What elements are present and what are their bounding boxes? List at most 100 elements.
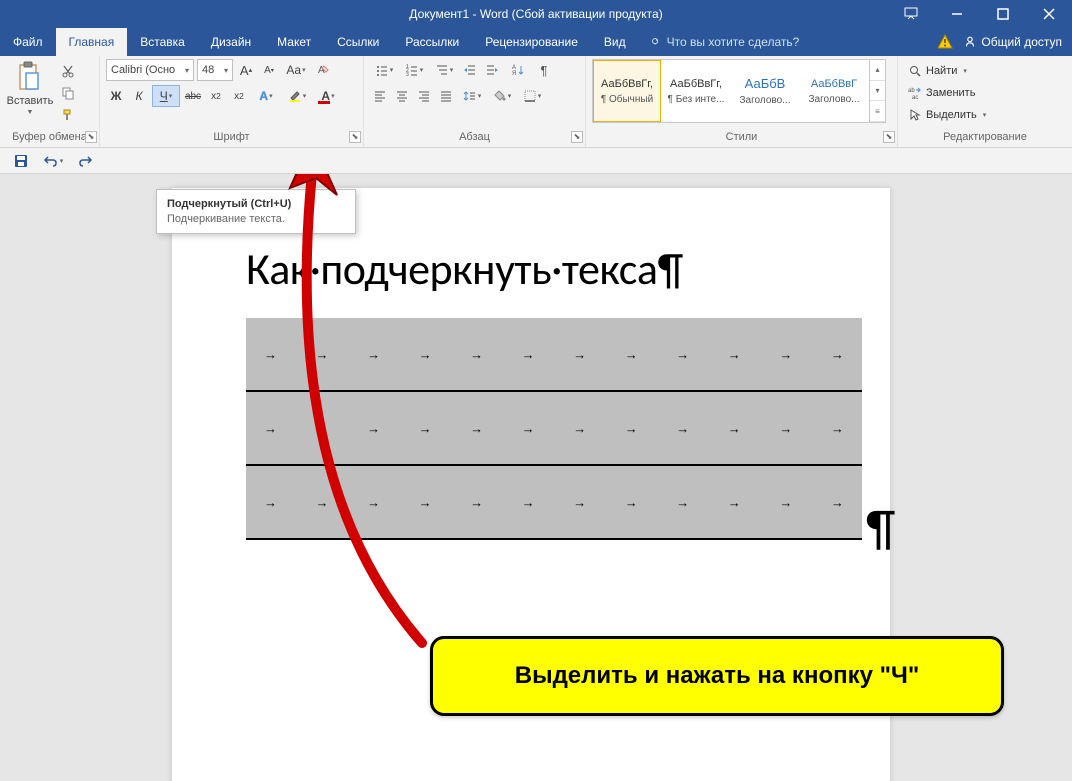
annotation-callout: Выделить и нажать на кнопку "Ч" bbox=[430, 636, 1004, 716]
tab-insert[interactable]: Вставка bbox=[127, 28, 198, 56]
tooltip-title: Подчеркнутый (Ctrl+U) bbox=[167, 198, 345, 210]
shading-button[interactable]: ▾ bbox=[488, 85, 516, 107]
document-page[interactable]: Как·подчеркнуть·текса¶ →→→→→→→→→→→→ →→→→… bbox=[172, 188, 890, 781]
svg-text:ab: ab bbox=[908, 88, 915, 94]
undo-button[interactable]: ▾ bbox=[42, 150, 64, 172]
window-title: Документ1 - Word (Сбой активации продукт… bbox=[409, 7, 662, 21]
svg-text:ac: ac bbox=[912, 95, 918, 100]
sort-button[interactable]: AЯ bbox=[504, 59, 532, 81]
line-spacing-button[interactable]: ▾ bbox=[458, 85, 486, 107]
underline-glyph: Ч bbox=[160, 89, 168, 103]
font-launcher[interactable]: ⬊ bbox=[349, 131, 361, 143]
select-button[interactable]: Выделить▾ bbox=[904, 105, 990, 125]
tab-view[interactable]: Вид bbox=[591, 28, 639, 56]
font-size-value: 48 bbox=[202, 64, 214, 76]
svg-text:3: 3 bbox=[406, 72, 409, 77]
group-font: Calibri (Осно▾ 48▾ A▴ A▾ Aa▾ A Ж К Ч▾ ab… bbox=[100, 56, 364, 147]
group-styles-label: Стили bbox=[592, 129, 891, 147]
font-size-combo[interactable]: 48▾ bbox=[197, 59, 233, 81]
style-normal[interactable]: АаБбВвГг,¶ Обычный bbox=[593, 60, 661, 122]
find-button[interactable]: Найти▾ bbox=[904, 61, 990, 81]
show-marks-button[interactable]: ¶ bbox=[534, 59, 554, 81]
document-area: Как·подчеркнуть·текса¶ →→→→→→→→→→→→ →→→→… bbox=[0, 174, 1072, 781]
ribbon: Вставить ▼ Буфер обмена ⬊ Calibri (Осно▾… bbox=[0, 56, 1072, 148]
change-case-button[interactable]: Aa▾ bbox=[282, 59, 310, 81]
align-left-button[interactable] bbox=[370, 85, 390, 107]
increase-indent-button[interactable] bbox=[482, 59, 502, 81]
tab-references[interactable]: Ссылки bbox=[324, 28, 392, 56]
numbering-button[interactable]: 123▾ bbox=[400, 59, 428, 81]
group-paragraph-label: Абзац bbox=[370, 129, 579, 147]
font-color-button[interactable]: A▾ bbox=[314, 85, 342, 107]
bullets-button[interactable]: ▾ bbox=[370, 59, 398, 81]
document-heading: Как·подчеркнуть·текса¶ bbox=[246, 242, 683, 296]
style-heading2[interactable]: АаБбВвГЗаголово... bbox=[800, 60, 868, 122]
close-button[interactable] bbox=[1026, 0, 1072, 28]
paste-label: Вставить bbox=[7, 95, 54, 107]
clipboard-launcher[interactable]: ⬊ bbox=[85, 131, 97, 143]
maximize-button[interactable] bbox=[980, 0, 1026, 28]
tab-mailings[interactable]: Рассылки bbox=[392, 28, 472, 56]
quick-access-toolbar: ▾ bbox=[0, 148, 1072, 174]
shrink-font-button[interactable]: A▾ bbox=[259, 59, 279, 81]
subscript-button[interactable]: x2 bbox=[206, 85, 226, 107]
group-editing-label: Редактирование bbox=[904, 129, 1066, 147]
superscript-button[interactable]: x2 bbox=[229, 85, 249, 107]
grow-font-button[interactable]: A▴ bbox=[236, 59, 256, 81]
italic-button[interactable]: К bbox=[129, 85, 149, 107]
pilcrow-icon: ¶ bbox=[866, 498, 895, 559]
underline-button[interactable]: Ч▾ bbox=[152, 85, 180, 107]
tab-layout[interactable]: Макет bbox=[264, 28, 324, 56]
redo-button[interactable] bbox=[74, 150, 96, 172]
group-editing: Найти▾ abacЗаменить Выделить▾ Редактиров… bbox=[898, 56, 1072, 147]
underline-tooltip: Подчеркнутый (Ctrl+U) Подчеркивание текс… bbox=[156, 189, 356, 234]
style-no-spacing[interactable]: АаБбВвГг,¶ Без инте... bbox=[662, 60, 730, 122]
replace-button[interactable]: abacЗаменить bbox=[904, 83, 990, 103]
ribbon-options-button[interactable] bbox=[888, 0, 934, 28]
tell-me-placeholder: Что вы хотите сделать? bbox=[667, 35, 800, 49]
ribbon-tabs: Файл Главная Вставка Дизайн Макет Ссылки… bbox=[0, 28, 1072, 56]
table-row: →→→→→→→→→→→→ bbox=[246, 392, 862, 466]
align-center-button[interactable] bbox=[392, 85, 412, 107]
align-right-button[interactable] bbox=[414, 85, 434, 107]
title-bar: Документ1 - Word (Сбой активации продукт… bbox=[0, 0, 1072, 28]
style-heading1[interactable]: АаБбВЗаголово... bbox=[731, 60, 799, 122]
group-font-label: Шрифт bbox=[106, 129, 357, 147]
format-painter-button[interactable] bbox=[58, 105, 78, 125]
group-styles: АаБбВвГг,¶ Обычный АаБбВвГг,¶ Без инте..… bbox=[586, 56, 898, 147]
tab-review[interactable]: Рецензирование bbox=[472, 28, 591, 56]
group-clipboard: Вставить ▼ Буфер обмена ⬊ bbox=[0, 56, 100, 147]
styles-gallery[interactable]: АаБбВвГг,¶ Обычный АаБбВвГг,¶ Без инте..… bbox=[592, 59, 886, 123]
highlight-button[interactable]: ▾ bbox=[283, 85, 311, 107]
minimize-button[interactable] bbox=[934, 0, 980, 28]
group-paragraph: ▾ 123▾ ▾ AЯ ¶ ▾ ▾ ▾ Абзац ⬊ bbox=[364, 56, 586, 147]
tab-file[interactable]: Файл bbox=[0, 28, 56, 56]
tab-home[interactable]: Главная bbox=[56, 28, 128, 56]
styles-more-button[interactable]: ▴▾≡ bbox=[869, 60, 885, 122]
tab-design[interactable]: Дизайн bbox=[198, 28, 264, 56]
table-row: →→→→→→→→→→→→ bbox=[246, 466, 862, 540]
multilevel-list-button[interactable]: ▾ bbox=[430, 59, 458, 81]
table-row: →→→→→→→→→→→→ bbox=[246, 318, 862, 392]
tooltip-body: Подчеркивание текста. bbox=[167, 213, 345, 225]
warning-icon bbox=[937, 34, 953, 50]
copy-button[interactable] bbox=[58, 83, 78, 103]
font-name-combo[interactable]: Calibri (Осно▾ bbox=[106, 59, 194, 81]
font-name-value: Calibri (Осно bbox=[111, 64, 175, 76]
paragraph-launcher[interactable]: ⬊ bbox=[571, 131, 583, 143]
share-button[interactable]: Общий доступ bbox=[963, 35, 1062, 49]
text-effects-button[interactable]: A▾ bbox=[252, 85, 280, 107]
clear-formatting-button[interactable]: A bbox=[313, 59, 333, 81]
justify-button[interactable] bbox=[436, 85, 456, 107]
document-table: →→→→→→→→→→→→ →→→→→→→→→→→→ →→→→→→→→→→→→ bbox=[246, 318, 862, 540]
save-button[interactable] bbox=[10, 150, 32, 172]
paste-button[interactable]: Вставить ▼ bbox=[6, 59, 54, 116]
borders-button[interactable]: ▾ bbox=[518, 85, 546, 107]
styles-launcher[interactable]: ⬊ bbox=[883, 131, 895, 143]
decrease-indent-button[interactable] bbox=[460, 59, 480, 81]
bold-button[interactable]: Ж bbox=[106, 85, 126, 107]
group-clipboard-label: Буфер обмена bbox=[6, 129, 93, 147]
cut-button[interactable] bbox=[58, 61, 78, 81]
tell-me-search[interactable]: Что вы хотите сделать? bbox=[639, 28, 810, 56]
strikethrough-button[interactable]: abc bbox=[183, 85, 203, 107]
